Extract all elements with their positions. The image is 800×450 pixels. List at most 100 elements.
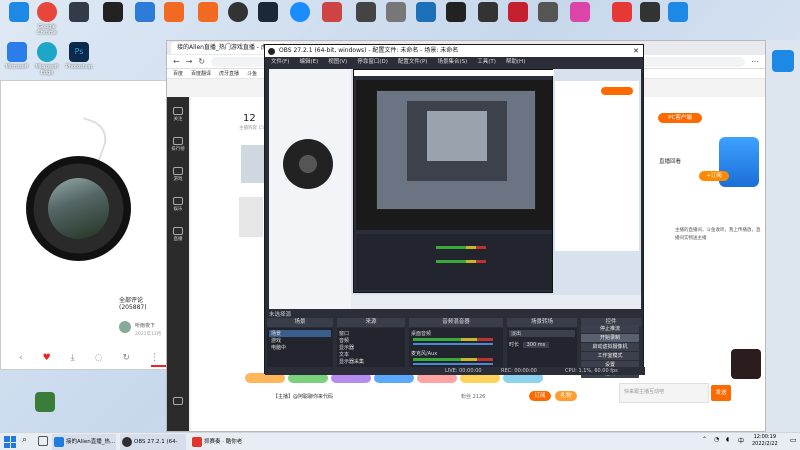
nested-obs-title	[354, 70, 554, 76]
menu-view[interactable]: 视图(V)	[328, 57, 347, 67]
forward-icon[interactable]: →	[186, 57, 193, 66]
more-icon[interactable]: ⋮	[150, 353, 159, 363]
game-icon[interactable]	[538, 2, 558, 22]
menu-file[interactable]: 文件(F)	[271, 57, 289, 67]
menu-icon[interactable]: ⋯	[751, 57, 759, 66]
studio-mode-button[interactable]: 工作室模式	[581, 352, 639, 360]
game-icon[interactable]	[198, 2, 218, 22]
back-icon[interactable]: ←	[173, 57, 180, 66]
comments-count[interactable]: 全部评论(205887)	[119, 295, 167, 311]
mirrored-pc-button	[601, 87, 633, 95]
game-icon[interactable]	[640, 2, 660, 22]
sidebar-item-games[interactable]: 游戏	[167, 167, 189, 182]
live-replay-label[interactable]: 直播回看	[659, 157, 681, 165]
send-button[interactable]: 发送	[711, 385, 731, 401]
game-icon[interactable]	[416, 2, 436, 22]
volume-slider[interactable]	[413, 363, 493, 365]
taskbar-app-obs[interactable]: OBS 27.2.1 (64-bi...	[120, 434, 186, 450]
menu-edit[interactable]: 编辑(E)	[299, 57, 318, 67]
game-icon[interactable]	[356, 2, 376, 22]
desktop-icon-app[interactable]	[62, 2, 96, 24]
menu-tools[interactable]: 工具(T)	[477, 57, 496, 67]
sidebar-item-follow[interactable]: 关注	[167, 107, 189, 122]
close-icon[interactable]: ✕	[633, 45, 639, 57]
thumbnail[interactable]	[241, 145, 265, 183]
desktop-icon-microsoft[interactable]: Microsoft	[0, 42, 34, 70]
menu-docks[interactable]: 停靠窗口(D)	[357, 57, 388, 67]
ime-indicator[interactable]: 中	[738, 436, 744, 445]
source-item[interactable]: 显示器	[339, 344, 403, 351]
game-icon[interactable]	[478, 2, 498, 22]
desktop-icon-app2[interactable]	[96, 2, 130, 24]
bookmark-item[interactable]: 斗鱼	[247, 69, 257, 78]
start-recording-button[interactable]: 开始录制	[581, 334, 639, 342]
notification-icon[interactable]: ▭	[790, 436, 797, 444]
sidebar-item-settings[interactable]	[167, 397, 189, 406]
game-icon[interactable]	[322, 2, 342, 22]
desktop-icon-edge[interactable]: Microsoft Edge	[30, 42, 64, 76]
start-icon[interactable]	[4, 436, 16, 448]
source-item[interactable]: 窗口	[339, 330, 403, 337]
comment-username[interactable]: 听雨夜下	[135, 322, 155, 329]
clock[interactable]: 12:00:19 2022/2/22	[752, 434, 778, 448]
app-icon[interactable]	[290, 2, 310, 22]
streamer-footer[interactable]: 【主播】@阿聪聊你来代码	[273, 393, 333, 400]
scene-item[interactable]: 电脑中	[269, 344, 331, 351]
refresh-icon[interactable]: ↻	[198, 57, 205, 66]
game-icon[interactable]	[612, 2, 632, 22]
virtual-camera-button[interactable]: 启动虚拟摄像机	[581, 343, 639, 351]
bookmark-item[interactable]: 百度翻译	[191, 69, 211, 78]
volume-slider[interactable]	[413, 343, 493, 345]
comment-icon[interactable]: ◌	[95, 353, 103, 363]
transition-select[interactable]: 淡出	[509, 330, 575, 337]
clock-icon[interactable]	[228, 2, 248, 22]
download-icon[interactable]: ⤓	[71, 353, 75, 363]
chat-input[interactable]: 快来跟主播互动吧	[619, 383, 709, 403]
game-icon[interactable]	[508, 2, 528, 22]
avatar[interactable]	[570, 2, 590, 22]
source-item[interactable]: 显示器采集	[339, 358, 403, 365]
game-icon[interactable]	[446, 2, 466, 22]
menu-profile[interactable]: 配置文件(P)	[398, 57, 428, 67]
subscribe-button[interactable]: +订阅	[699, 171, 729, 181]
game-logo[interactable]	[731, 349, 761, 379]
app-icon[interactable]	[668, 2, 688, 22]
chevron-left-icon[interactable]: ‹	[19, 353, 23, 363]
game-icon[interactable]	[386, 2, 406, 22]
bookmark-item[interactable]: 百度	[173, 69, 183, 78]
source-item[interactable]: 文本	[339, 351, 403, 358]
task-view-icon[interactable]	[38, 436, 48, 446]
avatar[interactable]	[119, 321, 131, 333]
network-icon[interactable]: ◔	[714, 436, 719, 443]
heart-icon[interactable]: ♥	[43, 353, 51, 363]
desktop-icon-chrome[interactable]: Google Chrome	[30, 2, 64, 36]
thumbnail[interactable]	[239, 197, 263, 237]
stop-streaming-button[interactable]: 停止推流	[581, 325, 639, 333]
sidebar-item-ent[interactable]: 娱乐	[167, 197, 189, 212]
follow-button[interactable]: 订阅	[529, 391, 551, 401]
menu-help[interactable]: 帮助(H)	[506, 57, 525, 67]
sidebar-item-live[interactable]: 直播	[167, 227, 189, 242]
scene-item[interactable]: 游戏	[269, 337, 331, 344]
desktop-icon-app3[interactable]	[128, 2, 162, 24]
volume-icon[interactable]: ◖	[726, 436, 729, 443]
obs-preview-canvas[interactable]	[269, 69, 641, 309]
desktop-icon-photoshop[interactable]: Ps Photoshop	[62, 42, 96, 70]
gift-button[interactable]: 礼物	[555, 391, 577, 401]
desktop-icon-bottom[interactable]	[28, 392, 62, 414]
share-icon[interactable]: ↻	[122, 353, 130, 363]
scene-item[interactable]: 场景	[269, 330, 331, 337]
menu-scene-collection[interactable]: 场景集合(S)	[437, 57, 467, 67]
steam-icon[interactable]	[258, 2, 278, 22]
sidebar-item-rank[interactable]: 排行榜	[167, 137, 189, 152]
pc-client-button[interactable]: PC客户端	[658, 113, 702, 123]
taskbar-app-music[interactable]: 抓赛奏 · 酷你老	[190, 434, 250, 450]
search-icon[interactable]: ⌕	[22, 435, 27, 445]
source-item[interactable]: 音频	[339, 337, 403, 344]
taskbar-app-browser[interactable]: 接的Allen直播_热...	[52, 434, 116, 450]
tray-arrow-icon[interactable]: ⌃	[702, 436, 707, 443]
bookmark-item[interactable]: 虎牙直播	[219, 69, 239, 78]
duration-input[interactable]: 300 ms	[522, 342, 550, 348]
game-icon[interactable]	[164, 2, 184, 22]
desktop-icon-app[interactable]	[772, 50, 794, 72]
